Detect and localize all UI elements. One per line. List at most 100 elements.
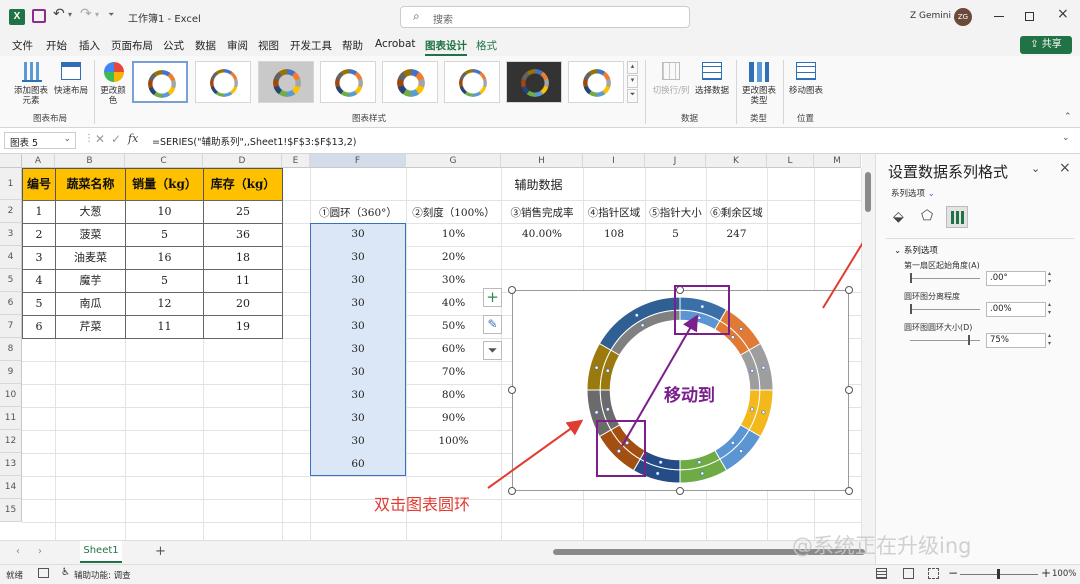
column-header[interactable]: E xyxy=(282,154,310,168)
column-header[interactable]: M xyxy=(814,154,861,168)
add-chart-element-button[interactable]: 添加图表元素 xyxy=(12,60,50,108)
table-cell[interactable]: 10% xyxy=(406,228,501,240)
aux-header[interactable]: ③销售完成率 xyxy=(501,205,583,220)
table-cell[interactable]: 菠菜 xyxy=(55,223,126,247)
row-header[interactable]: 10 xyxy=(0,384,22,407)
resize-handle[interactable] xyxy=(676,286,684,294)
switch-row-col-button[interactable]: 切换行/列 xyxy=(650,60,692,108)
table-cell[interactable]: 5 xyxy=(22,292,56,316)
aux-header[interactable]: ⑤指针大小 xyxy=(645,205,706,220)
table-cell[interactable]: 南瓜 xyxy=(55,292,126,316)
undo-dropdown-icon[interactable]: ▾ xyxy=(68,10,72,19)
column-header[interactable]: G xyxy=(406,154,501,168)
aux-header[interactable]: ⑥剩余区域 xyxy=(706,205,767,220)
chart-style-4[interactable] xyxy=(320,61,376,103)
table-header-cell[interactable]: 编号 xyxy=(22,168,56,201)
undo-icon[interactable]: ↶ xyxy=(53,6,65,22)
table-cell[interactable]: 100% xyxy=(406,435,501,447)
tab-acrobat[interactable]: Acrobat xyxy=(375,38,416,50)
table-cell[interactable]: 247 xyxy=(706,228,767,240)
name-box[interactable]: 图表 5 ⌄ xyxy=(4,132,76,149)
aux-title[interactable]: 辅助数据 xyxy=(310,176,767,193)
series-options-dropdown[interactable]: 系列选项 ⌄ xyxy=(891,187,935,199)
page-break-icon[interactable] xyxy=(928,568,939,579)
change-chart-type-button[interactable]: 更改图表类型 xyxy=(740,60,778,108)
resize-handle[interactable] xyxy=(845,286,853,294)
panel-close-icon[interactable]: × xyxy=(1059,160,1071,176)
first-slice-input[interactable]: .00° xyxy=(986,271,1046,286)
accessibility-status[interactable]: 辅助功能: 调查 xyxy=(74,569,131,581)
tab-insert[interactable]: 插入 xyxy=(79,38,100,53)
first-slice-slider[interactable] xyxy=(910,278,980,279)
zoom-slider-thumb[interactable] xyxy=(997,569,1000,579)
normal-view-icon[interactable] xyxy=(876,568,887,579)
column-header[interactable]: F xyxy=(310,154,406,168)
gallery-more[interactable]: ⏷ xyxy=(627,89,638,103)
table-cell[interactable]: 1 xyxy=(22,200,56,224)
aux-header[interactable]: ④指针区域 xyxy=(583,205,645,220)
series-options-section[interactable]: ⌄ 系列选项 xyxy=(894,244,938,256)
row-header[interactable]: 13 xyxy=(0,453,22,476)
gallery-scroll-up[interactable]: ▴ xyxy=(627,61,638,74)
hole-size-input[interactable]: 75% xyxy=(986,333,1046,348)
row-header[interactable]: 4 xyxy=(0,246,22,269)
tab-home[interactable]: 开始 xyxy=(46,38,67,53)
chart-style-7[interactable] xyxy=(506,61,562,103)
row-header[interactable]: 7 xyxy=(0,315,22,338)
table-cell[interactable]: 30 xyxy=(310,274,406,286)
row-header[interactable]: 2 xyxy=(0,200,22,223)
table-cell[interactable]: 30 xyxy=(310,228,406,240)
table-cell[interactable]: 芹菜 xyxy=(55,315,126,339)
row-header[interactable]: 15 xyxy=(0,499,22,522)
avatar[interactable]: ZG xyxy=(954,8,972,26)
collapse-ribbon-icon[interactable]: ⌃ xyxy=(1064,112,1072,122)
fill-line-tab[interactable]: ⬙ xyxy=(893,209,904,225)
row-header[interactable]: 8 xyxy=(0,338,22,361)
chart-style-8[interactable] xyxy=(568,61,624,103)
cancel-icon[interactable]: ✕ xyxy=(95,132,105,146)
sheet-next-icon[interactable]: › xyxy=(38,546,42,557)
row-header[interactable]: 3 xyxy=(0,223,22,246)
table-cell[interactable]: 30 xyxy=(310,251,406,263)
share-button[interactable]: ⇪ 共享 xyxy=(1020,36,1072,54)
first-slice-slider-thumb[interactable] xyxy=(910,273,912,283)
table-cell[interactable]: 30 xyxy=(310,435,406,447)
tab-chart-design[interactable]: 图表设计 xyxy=(425,38,467,56)
insert-function-icon[interactable]: fx xyxy=(128,132,138,145)
sheet-prev-icon[interactable]: ‹ xyxy=(16,546,20,557)
row-header[interactable]: 9 xyxy=(0,361,22,384)
explosion-spinner[interactable]: ▴ ▾ xyxy=(1048,301,1051,317)
row-header[interactable]: 1 xyxy=(0,168,22,200)
resize-handle[interactable] xyxy=(676,487,684,495)
chart-style-1[interactable] xyxy=(132,61,188,103)
row-header[interactable]: 6 xyxy=(0,292,22,315)
panel-collapse-icon[interactable]: ⌄ xyxy=(1031,162,1040,175)
table-cell[interactable]: 大葱 xyxy=(55,200,126,224)
explosion-input[interactable]: .00% xyxy=(986,302,1046,317)
table-cell[interactable]: 90% xyxy=(406,412,501,424)
column-header[interactable]: L xyxy=(767,154,814,168)
page-layout-icon[interactable] xyxy=(903,568,914,579)
table-header-cell[interactable]: 库存（kg） xyxy=(203,168,283,201)
maximize-icon[interactable] xyxy=(1025,12,1034,21)
table-cell[interactable]: 16 xyxy=(125,246,204,270)
chart-filters-button[interactable]: ⏷ xyxy=(483,341,502,360)
chart-elements-button[interactable]: + xyxy=(483,288,502,307)
effects-tab[interactable]: ⬠ xyxy=(921,208,933,224)
column-header[interactable]: K xyxy=(706,154,767,168)
row-header[interactable]: 11 xyxy=(0,407,22,430)
formula-input[interactable]: =SERIES("辅助系列",,Sheet1!$F$3:$F$13,2) xyxy=(148,132,1068,149)
table-cell[interactable]: 19 xyxy=(203,315,283,339)
vertical-scroll-thumb[interactable] xyxy=(865,172,871,212)
table-cell[interactable]: 魔芋 xyxy=(55,269,126,293)
row-header[interactable]: 12 xyxy=(0,430,22,453)
column-header[interactable]: B xyxy=(55,154,125,168)
chart-style-3[interactable] xyxy=(258,61,314,103)
expand-formula-icon[interactable]: ⌄ xyxy=(1062,133,1070,143)
save-icon[interactable] xyxy=(32,9,46,23)
table-cell[interactable]: 30 xyxy=(310,412,406,424)
explosion-slider-thumb[interactable] xyxy=(910,304,912,314)
accessibility-icon[interactable]: ♿ xyxy=(61,567,70,578)
tab-file[interactable]: 文件 xyxy=(12,38,33,53)
gallery-scroll-down[interactable]: ▾ xyxy=(627,75,638,88)
